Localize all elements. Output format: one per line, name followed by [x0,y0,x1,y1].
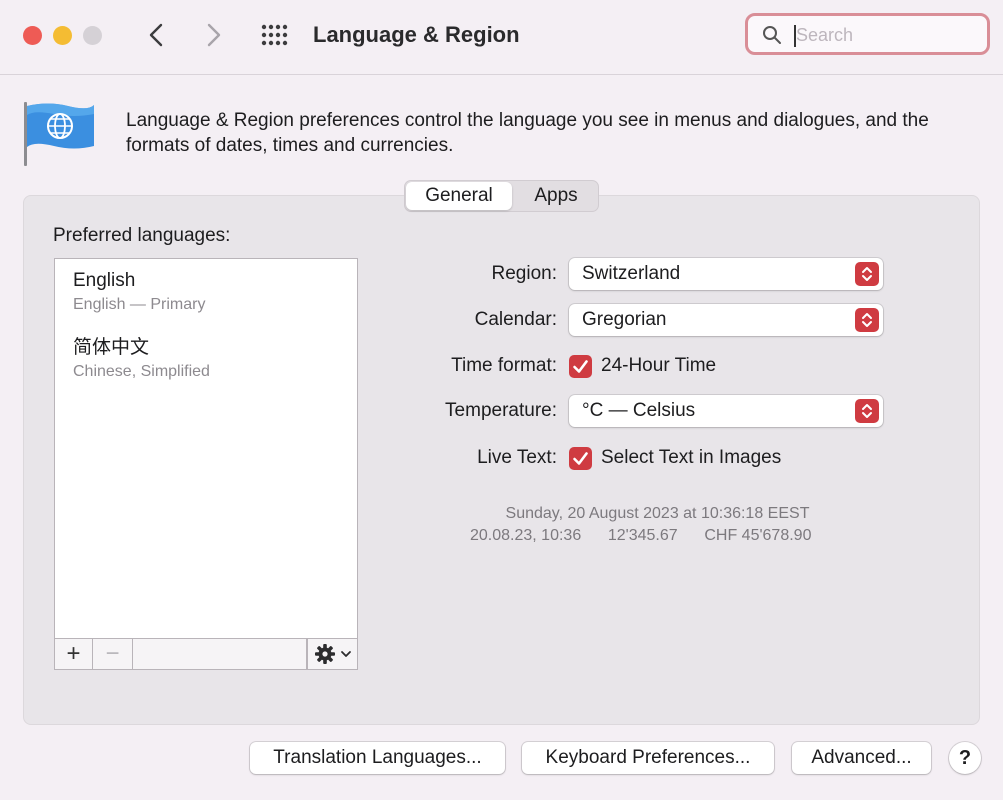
chevron-left-icon [149,23,163,47]
tab-bar: General Apps [404,180,599,212]
chevron-right-icon [207,23,221,47]
search-icon [763,26,781,44]
temperature-label: Temperature: [445,400,557,421]
language-name: English [73,270,136,291]
close-button[interactable] [23,26,42,45]
live-text-label: Live Text: [477,447,557,468]
sample-formats: 20.08.23, 10:36 12'345.67 CHF 45'678.90 [470,527,812,544]
add-language-button[interactable]: + [55,639,93,669]
zoom-button[interactable] [83,26,102,45]
help-button[interactable]: ? [949,742,981,774]
language-detail: English — Primary [73,296,206,313]
tab-general[interactable]: General [406,182,512,210]
calendar-value: Gregorian [582,309,667,330]
region-popup[interactable]: Switzerland [569,258,883,290]
time-format-option[interactable]: 24-Hour Time [601,353,716,379]
up-down-arrows-icon [855,308,879,332]
temperature-popup[interactable]: °C — Celsius [569,395,883,427]
list-item[interactable]: 简体中文 Chinese, Simplified [73,336,210,382]
region-value: Switzerland [582,263,681,284]
toolbar-spacer [133,639,307,669]
calendar-label: Calendar: [474,309,557,330]
language-list[interactable]: English English — Primary 简体中文 Chinese, … [54,258,358,670]
language-detail: Chinese, Simplified [73,363,210,380]
temperature-value: °C — Celsius [582,400,696,421]
gear-icon [315,644,351,664]
time-format-label: Time format: [451,355,557,376]
list-toolbar: + − [55,638,357,669]
live-text-checkbox[interactable] [569,447,592,470]
search-input[interactable] [796,21,976,49]
window-title: Language & Region [313,22,520,47]
calendar-popup[interactable]: Gregorian [569,304,883,336]
translation-languages-button[interactable]: Translation Languages... [250,742,505,774]
search-field[interactable] [745,13,990,55]
back-button[interactable] [142,20,172,50]
up-down-arrows-icon [855,262,879,286]
list-item[interactable]: English English — Primary [73,269,205,315]
time-format-checkbox[interactable] [569,355,592,378]
action-menu-button[interactable] [307,639,357,669]
advanced-button[interactable]: Advanced... [792,742,931,774]
description-text: Language & Region preferences control th… [126,110,929,156]
sample-date: Sunday, 20 August 2023 at 10:36:18 EEST [505,505,810,522]
checkmark-icon [573,452,588,465]
forward-button[interactable] [198,20,228,50]
show-all-button[interactable] [260,22,292,48]
live-text-option[interactable]: Select Text in Images [601,445,781,471]
preferred-languages-label: Preferred languages: [53,225,231,246]
up-down-arrows-icon [855,399,879,423]
tab-apps[interactable]: Apps [515,182,597,210]
language-name: 简体中文 [73,337,150,358]
remove-language-button[interactable]: − [93,639,133,669]
region-label: Region: [491,263,558,284]
keyboard-preferences-button[interactable]: Keyboard Preferences... [522,742,774,774]
grid-icon [261,24,288,46]
chevron-down-icon [341,651,351,657]
minimize-button[interactable] [53,26,72,45]
globe-flag-icon [24,102,94,166]
checkmark-icon [573,360,588,373]
